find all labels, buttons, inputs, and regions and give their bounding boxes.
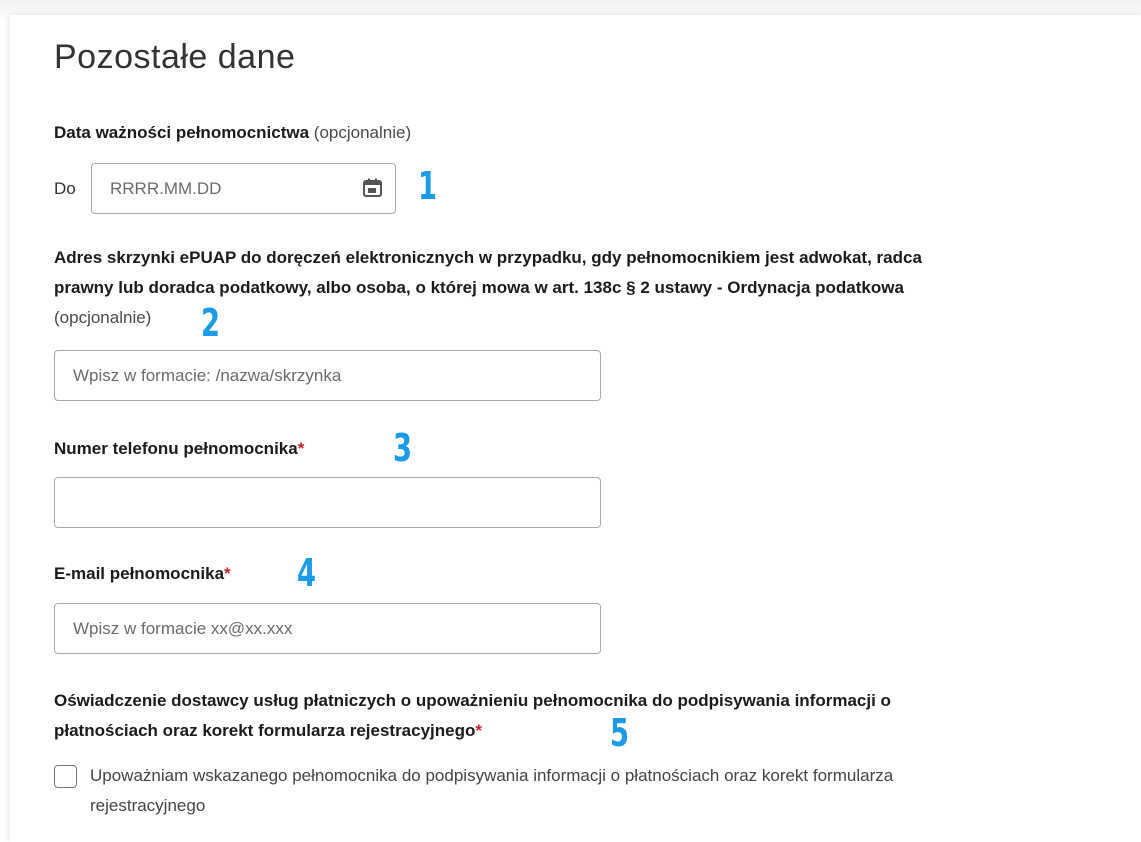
authorization-checkbox[interactable] (54, 765, 77, 788)
phone-label: Numer telefonu pełnomocnika* (54, 434, 304, 464)
statement-label-line1: Oświadczenie dostawcy usług płatniczych … (54, 691, 891, 710)
marker-4: 4 (297, 551, 317, 595)
marker-3: 3 (393, 426, 413, 470)
authorization-checkbox-label[interactable]: Upoważniam wskazanego pełnomocnika do po… (90, 761, 1130, 821)
date-prefix-label: Do (54, 179, 76, 198)
statement-label-line2: płatnościach oraz korekt formularza reje… (54, 721, 476, 740)
epuap-label-line1: Adres skrzynki ePUAP do doręczeń elektro… (54, 248, 922, 267)
checkbox-label-line1: Upoważniam wskazanego pełnomocnika do po… (90, 766, 894, 785)
optional-note: (opcjonalnie) (313, 123, 412, 142)
validity-date-input[interactable] (91, 163, 396, 214)
phone-label-text: Numer telefonu pełnomocnika (54, 439, 298, 458)
required-mark: * (297, 439, 305, 458)
email-label-text: E-mail pełnomocnika (54, 564, 225, 583)
required-mark: * (475, 721, 482, 740)
section-title: Pozostałe dane (54, 38, 296, 76)
email-label: E-mail pełnomocnika* (54, 559, 231, 589)
validity-date-label-text: Data ważności pełnomocnictwa (54, 123, 310, 142)
phone-input[interactable] (54, 477, 601, 528)
epuap-label-line2: prawny lub doradca podatkowy, albo osoba… (54, 278, 904, 297)
checkbox-label-line2: rejestracyjnego (90, 796, 206, 815)
required-mark: * (224, 564, 231, 583)
marker-1: 1 (418, 164, 438, 208)
email-input[interactable] (54, 603, 601, 654)
marker-5: 5 (610, 711, 630, 755)
marker-2: 2 (201, 301, 221, 345)
statement-label: Oświadczenie dostawcy usług płatniczych … (54, 686, 1134, 746)
calendar-icon[interactable] (362, 177, 384, 199)
epuap-address-input[interactable] (54, 350, 601, 401)
validity-date-label: Data ważności pełnomocnictwa (opcjonalni… (54, 118, 411, 148)
